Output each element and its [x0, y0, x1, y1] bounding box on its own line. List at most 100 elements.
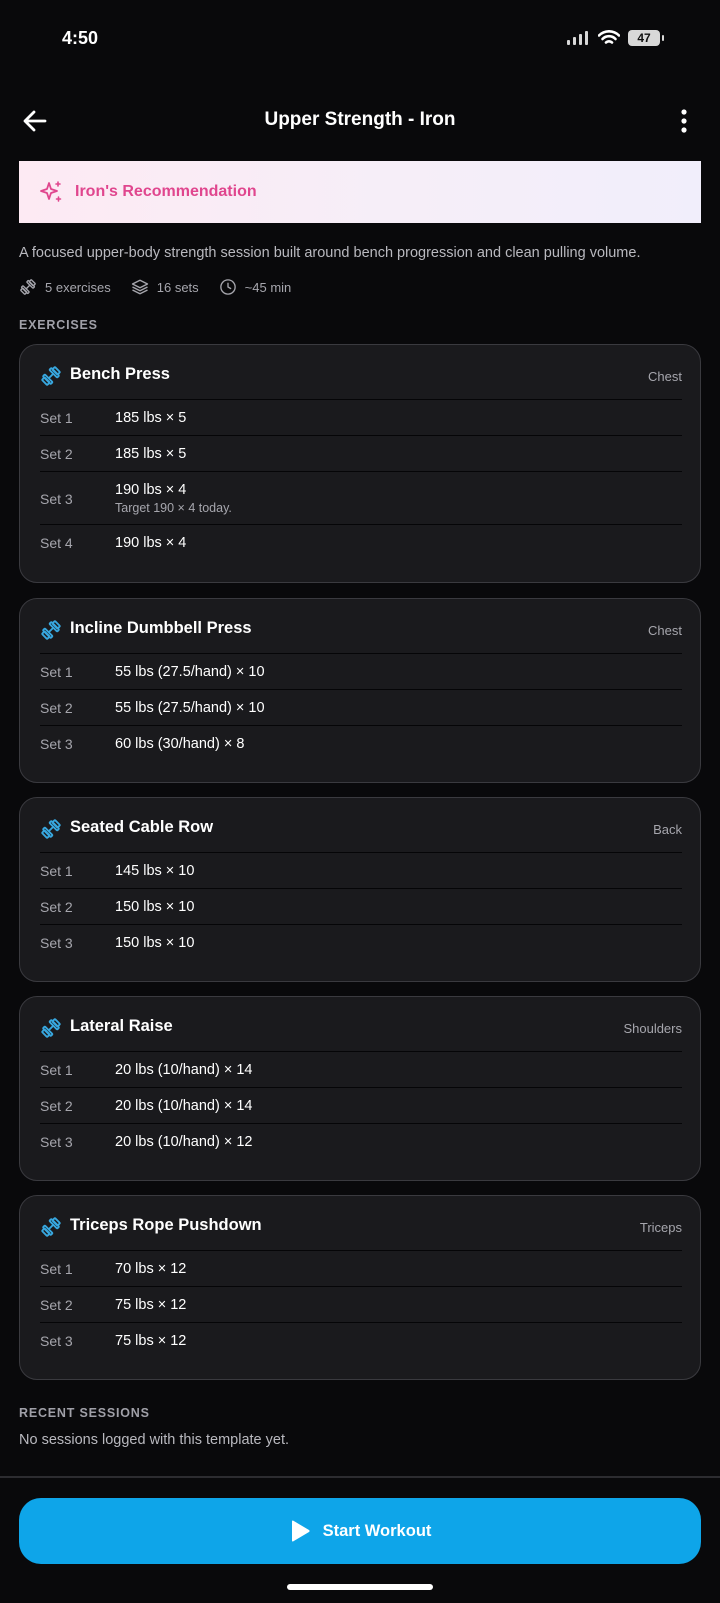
exercise-card-header: Incline Dumbbell Press Chest [20, 599, 700, 653]
battery-icon: 47 [628, 30, 664, 46]
set-row: Set 4 190 lbs × 4 [40, 524, 682, 560]
status-bar: 4:50 47 [0, 0, 720, 80]
play-icon [291, 1520, 310, 1542]
recent-sessions-section-label: RECENT SESSIONS [19, 1406, 150, 1420]
set-row: Set 2 75 lbs × 12 [40, 1286, 682, 1322]
bottom-divider [0, 1476, 720, 1478]
set-label: Set 1 [40, 664, 73, 680]
signal-icon [567, 31, 588, 45]
set-note: Target 190 × 4 today. [115, 501, 232, 515]
set-row: Set 3 190 lbs × 4 Target 190 × 4 today. [40, 471, 682, 524]
more-vertical-icon [681, 109, 687, 133]
set-label: Set 1 [40, 863, 73, 879]
exercise-card-header: Triceps Rope Pushdown Triceps [20, 1196, 700, 1250]
exercise-card-incline-dumbbell-press[interactable]: Incline Dumbbell Press Chest Set 1 55 lb… [19, 598, 701, 783]
set-row: Set 3 75 lbs × 12 [40, 1322, 682, 1358]
set-row: Set 1 145 lbs × 10 [40, 852, 682, 888]
set-value: 75 lbs × 12 [115, 1297, 187, 1313]
clock-icon [219, 279, 236, 295]
template-meta: 5 exercises 16 sets ~45 min [19, 278, 291, 296]
exercise-name: Bench Press [70, 365, 170, 383]
set-label: Set 4 [40, 535, 73, 551]
meta-exercises-text: 5 exercises [45, 279, 111, 295]
muscle-group-label: Triceps [639, 1220, 682, 1235]
set-row: Set 3 20 lbs (10/hand) × 12 [40, 1123, 682, 1159]
set-row: Set 3 60 lbs (30/hand) × 8 [40, 725, 682, 761]
home-indicator[interactable] [287, 1584, 433, 1590]
set-value: 75 lbs × 12 [115, 1333, 187, 1349]
exercise-name: Seated Cable Row [70, 818, 214, 836]
meta-sets: 16 sets [131, 278, 199, 296]
exercise-card-header: Bench Press Chest [20, 345, 700, 399]
set-label: Set 2 [40, 700, 73, 716]
meta-exercises: 5 exercises [19, 278, 111, 296]
meta-duration: ~45 min [219, 278, 292, 296]
set-label: Set 2 [40, 899, 73, 915]
dumbbell-icon [41, 620, 61, 640]
start-workout-button[interactable]: Start Workout [19, 1498, 701, 1564]
exercise-name: Lateral Raise [70, 1017, 173, 1035]
dumbbell-icon [41, 1217, 61, 1237]
set-value: 150 lbs × 10 [115, 899, 195, 915]
set-row: Set 2 55 lbs (27.5/hand) × 10 [40, 689, 682, 725]
dumbbell-icon [41, 1018, 61, 1038]
recommendation-label: Iron's Recommendation [75, 183, 257, 200]
set-value: 70 lbs × 12 [115, 1261, 187, 1277]
set-value: 20 lbs (10/hand) × 12 [115, 1134, 253, 1150]
set-row: Set 2 20 lbs (10/hand) × 14 [40, 1087, 682, 1123]
set-value: 20 lbs (10/hand) × 14 [115, 1098, 253, 1114]
meta-sets-text: 16 sets [156, 279, 199, 295]
set-label: Set 1 [40, 1062, 73, 1078]
muscle-group-label: Chest [648, 369, 682, 384]
exercises-section-label: EXERCISES [19, 318, 98, 332]
set-value: 60 lbs (30/hand) × 8 [115, 736, 245, 752]
exercise-card-lateral-raise[interactable]: Lateral Raise Shoulders Set 1 20 lbs (10… [19, 996, 701, 1181]
page-title: Upper Strength - Iron [264, 109, 456, 130]
layers-icon [131, 279, 148, 295]
workout-template-screen: 4:50 47 Upper Strength - Iron Iron's Rec… [0, 0, 720, 1603]
dumbbell-icon [20, 279, 36, 295]
set-value: 55 lbs (27.5/hand) × 10 [115, 700, 265, 716]
exercise-card-bench-press[interactable]: Bench Press Chest Set 1 185 lbs × 5 Set … [19, 344, 701, 583]
muscle-group-label: Back [653, 822, 682, 837]
set-label: Set 1 [40, 410, 73, 426]
set-value: 55 lbs (27.5/hand) × 10 [115, 664, 265, 680]
template-description: A focused upper-body strength session bu… [19, 245, 641, 261]
more-options-button[interactable] [672, 104, 696, 138]
set-row: Set 1 20 lbs (10/hand) × 14 [40, 1051, 682, 1087]
set-label: Set 1 [40, 1261, 73, 1277]
start-workout-label: Start Workout [322, 1521, 432, 1540]
set-value: 185 lbs × 5 [115, 446, 187, 462]
set-value: 190 lbs × 4 [115, 535, 187, 551]
set-value: 150 lbs × 10 [115, 935, 195, 951]
dumbbell-icon [41, 366, 61, 386]
meta-duration-text: ~45 min [244, 279, 292, 295]
status-icons: 47 [566, 30, 664, 46]
set-label: Set 2 [40, 446, 73, 462]
set-value: 20 lbs (10/hand) × 14 [115, 1062, 253, 1078]
exercise-card-seated-cable-row[interactable]: Seated Cable Row Back Set 1 145 lbs × 10… [19, 797, 701, 982]
status-time: 4:50 [62, 28, 99, 48]
set-row: Set 1 55 lbs (27.5/hand) × 10 [40, 653, 682, 689]
exercise-name: Incline Dumbbell Press [70, 619, 252, 637]
set-value: 190 lbs × 4 [115, 482, 187, 498]
dumbbell-icon [41, 819, 61, 839]
muscle-group-label: Shoulders [623, 1021, 682, 1036]
exercise-card-header: Seated Cable Row Back [20, 798, 700, 852]
set-label: Set 2 [40, 1098, 73, 1114]
set-label: Set 2 [40, 1297, 73, 1313]
sparkle-icon [40, 181, 62, 202]
recent-sessions-empty-text: No sessions logged with this template ye… [19, 1432, 289, 1448]
set-row: Set 3 150 lbs × 10 [40, 924, 682, 960]
set-label: Set 3 [40, 1333, 73, 1349]
set-row: Set 2 150 lbs × 10 [40, 888, 682, 924]
muscle-group-label: Chest [648, 623, 682, 638]
recommendation-banner: Iron's Recommendation [19, 161, 701, 223]
wifi-icon [598, 30, 620, 44]
set-label: Set 3 [40, 935, 73, 951]
set-row: Set 1 185 lbs × 5 [40, 399, 682, 435]
set-label: Set 3 [40, 1134, 73, 1150]
set-value: 145 lbs × 10 [115, 863, 195, 879]
header: Upper Strength - Iron [0, 96, 720, 146]
exercise-card-triceps-rope-pushdown[interactable]: Triceps Rope Pushdown Triceps Set 1 70 l… [19, 1195, 701, 1380]
